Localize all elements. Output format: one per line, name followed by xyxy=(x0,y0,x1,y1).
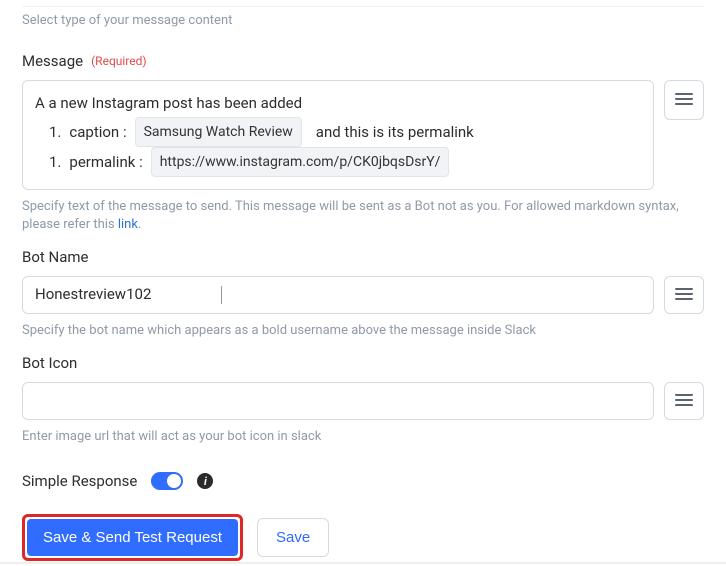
message-list-item: 1. permalink : https://www.instagram.com… xyxy=(35,147,641,177)
message-intro-text: A a new Instagram post has been added xyxy=(35,91,641,115)
list-key: permalink : xyxy=(69,150,142,174)
botname-helper: Specify the bot name which appears as a … xyxy=(22,322,704,340)
save-send-test-button[interactable]: Save & Send Test Request xyxy=(27,519,238,556)
botname-options-button[interactable] xyxy=(664,276,704,314)
save-button[interactable]: Save xyxy=(257,518,329,557)
caption-chip[interactable]: Samsung Watch Review xyxy=(135,117,302,147)
list-after-text: and this is its permalink xyxy=(316,120,474,144)
boticon-helper: Enter image url that will act as your bo… xyxy=(22,428,704,446)
boticon-options-button[interactable] xyxy=(664,382,704,420)
list-number: 1. xyxy=(49,120,61,144)
list-key: caption : xyxy=(69,120,126,144)
menu-icon xyxy=(675,392,693,411)
message-section: Message (Required) A a new Instagram pos… xyxy=(22,52,704,234)
botname-section: Bot Name Honestreview102 Specify the bot… xyxy=(22,248,704,340)
list-number: 1. xyxy=(49,150,61,174)
botname-label: Bot Name xyxy=(22,248,89,266)
boticon-label: Bot Icon xyxy=(22,354,77,372)
simple-response-toggle[interactable] xyxy=(151,472,183,490)
message-list-item: 1. caption : Samsung Watch Review and th… xyxy=(35,117,641,147)
permalink-chip[interactable]: https://www.instagram.com/p/CK0jbqsDsrY/ xyxy=(151,147,450,177)
message-helper-post: . xyxy=(138,217,141,232)
menu-icon xyxy=(675,286,693,305)
simple-response-row: Simple Response i xyxy=(22,472,704,490)
info-icon[interactable]: i xyxy=(197,473,213,489)
markdown-link[interactable]: link xyxy=(118,217,138,232)
action-buttons: Save & Send Test Request Save xyxy=(22,514,704,561)
page-bottom-divider xyxy=(0,562,726,564)
text-caret xyxy=(221,286,222,304)
botname-value: Honestreview102 xyxy=(35,285,151,303)
message-required-tag: (Required) xyxy=(91,54,146,68)
message-options-button[interactable] xyxy=(664,80,704,120)
primary-button-highlight: Save & Send Test Request xyxy=(22,514,243,561)
botname-input[interactable]: Honestreview102 xyxy=(22,276,654,314)
message-helper: Specify text of the message to send. Thi… xyxy=(22,198,704,234)
message-input[interactable]: A a new Instagram post has been added 1.… xyxy=(22,80,654,190)
message-label: Message xyxy=(22,52,83,70)
content-type-helper: Select type of your message content xyxy=(22,8,704,38)
menu-icon xyxy=(675,91,693,110)
simple-response-label: Simple Response xyxy=(22,472,137,490)
boticon-input[interactable] xyxy=(22,382,654,420)
boticon-section: Bot Icon Enter image url that will act a… xyxy=(22,354,704,446)
